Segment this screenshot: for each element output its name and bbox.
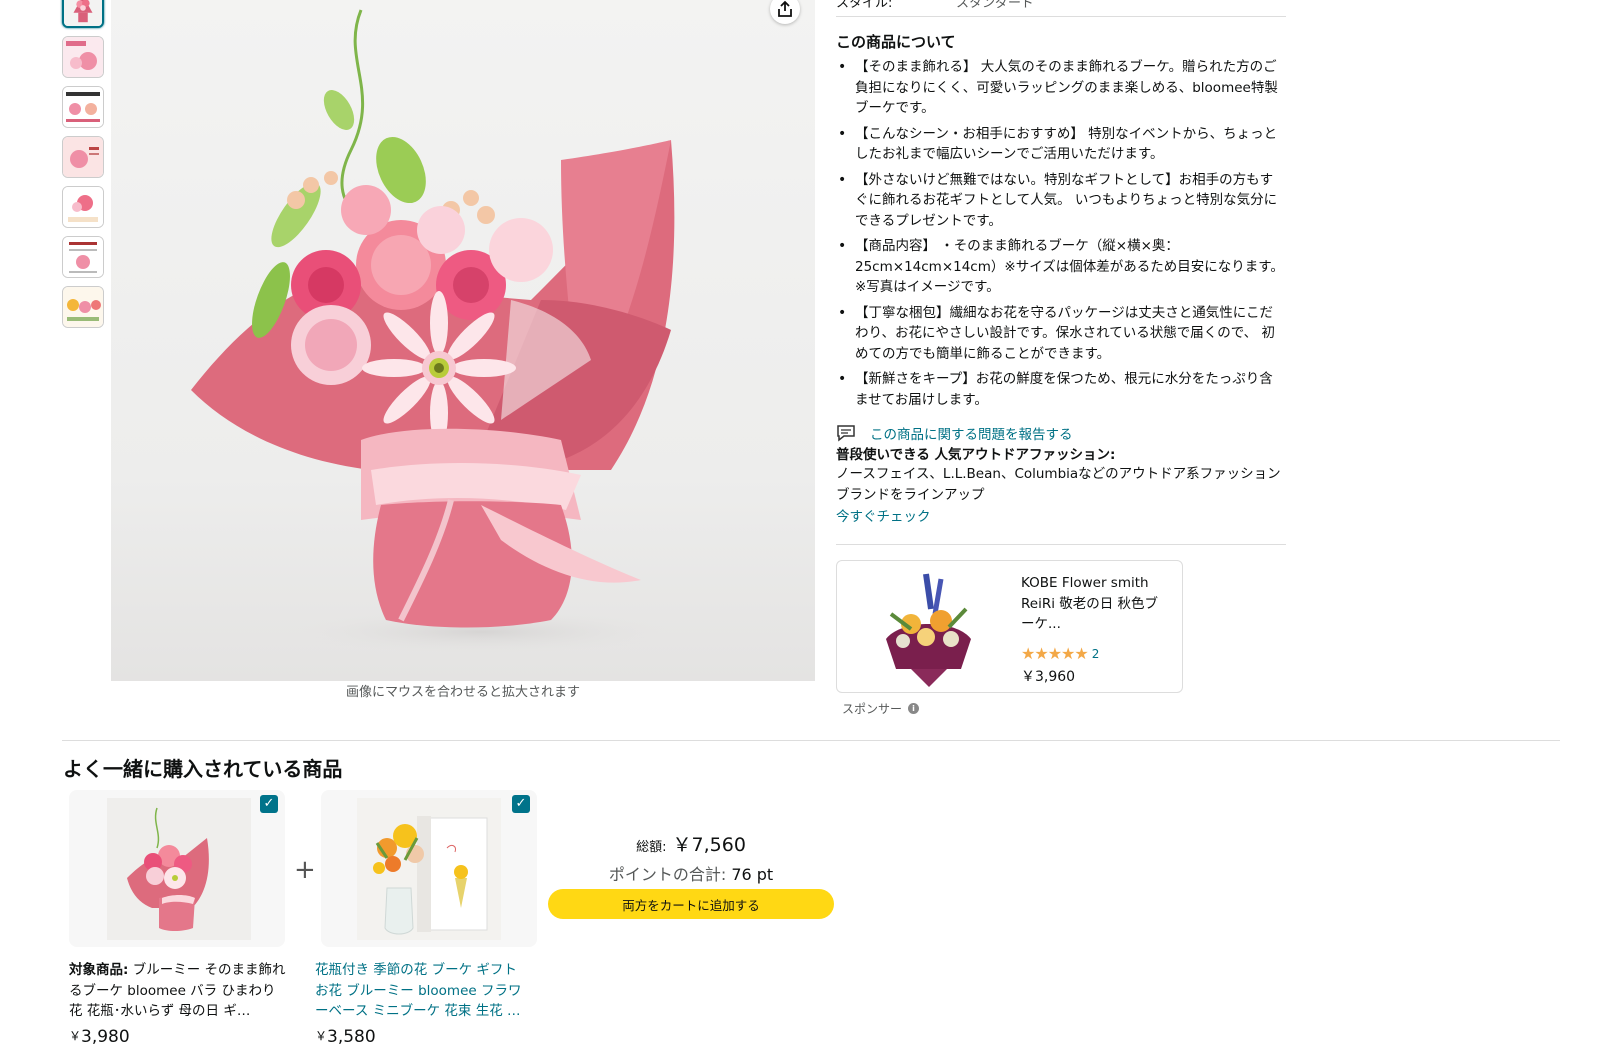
fbt-item-price-2: ￥3,580 bbox=[315, 1027, 376, 1047]
sponsored-label: スポンサー i bbox=[842, 700, 920, 717]
star-rating-icon: ★★★★★ bbox=[1021, 644, 1089, 663]
fbt-item-card-1[interactable]: ✓ bbox=[69, 790, 285, 947]
sponsored-price: ￥3,960 bbox=[1021, 669, 1076, 685]
fbt-checkbox-2[interactable]: ✓ bbox=[512, 795, 530, 813]
fbt-checkbox-1[interactable]: ✓ bbox=[260, 795, 278, 813]
feedback-icon bbox=[837, 425, 855, 442]
fbt-total: 総額: ￥7,560 bbox=[548, 830, 834, 857]
about-bullets: 【そのまま飾れる】 大人気のそのまま飾れるブーケ。贈られた方のご負担になりにくく… bbox=[836, 57, 1286, 415]
style-label: スタイル: bbox=[836, 0, 893, 11]
thumbnail-6[interactable] bbox=[62, 236, 104, 278]
share-icon bbox=[778, 0, 792, 17]
about-bullet: 【こんなシーン・お相手におすすめ】 特別なイベントから、ちょっとしたお礼まで幅広… bbox=[836, 124, 1286, 165]
currency-symbol: ￥ bbox=[315, 1029, 328, 1043]
fbt-item-desc-1[interactable]: 対象商品: ブルーミー そのまま飾れるブーケ bloomee バラ ひまわり 花… bbox=[69, 960, 287, 1022]
sponsored-product-card[interactable]: KOBE Flower smith ReiRi 敬老の日 秋色ブーケ... ★★… bbox=[836, 560, 1183, 693]
total-label: 総額: bbox=[636, 840, 667, 855]
about-bullet: 【新鮮さをキープ】お花の鮮度を保つため、根元に水分をたっぷり含ませてお届けします… bbox=[836, 369, 1286, 410]
about-bullet: 【商品内容】 ・そのまま飾れるブーケ（縦×横×奥：25cm×14cm×14cm）… bbox=[836, 236, 1286, 298]
fbt-item-desc-2[interactable]: 花瓶付き 季節の花 ブーケ ギフト お花 ブルーミー bloomee フラワーベ… bbox=[315, 960, 533, 1022]
thumbnail-list bbox=[62, 0, 106, 336]
thumbnail-7[interactable] bbox=[62, 286, 104, 328]
report-issue-link[interactable]: この商品に関する問題を報告する bbox=[836, 423, 1073, 443]
main-product-image[interactable] bbox=[111, 0, 815, 681]
thumbnail-2[interactable] bbox=[62, 36, 104, 78]
thumbnail-3[interactable] bbox=[62, 86, 104, 128]
points-label: ポイントの合計: bbox=[608, 865, 727, 884]
promo-body: ノースフェイス、L.L.Bean、Columbiaなどのアウトドア系ファッション… bbox=[836, 466, 1281, 503]
fbt-title: よく一緒に購入されている商品 bbox=[63, 757, 343, 781]
style-value: スタンダード bbox=[956, 0, 1035, 11]
fbt-item-price-1: ￥3,980 bbox=[69, 1027, 130, 1047]
sponsored-product-image[interactable] bbox=[871, 569, 987, 687]
price-value: 3,980 bbox=[81, 1027, 130, 1047]
sponsored-label-text: スポンサー bbox=[842, 702, 903, 716]
thumbnail-4[interactable] bbox=[62, 136, 104, 178]
add-both-to-cart-button[interactable]: 両方をカートに追加する bbox=[548, 889, 834, 919]
sponsored-rating[interactable]: ★★★★★ 2 bbox=[1021, 644, 1099, 663]
thumbnail-1[interactable] bbox=[62, 0, 104, 28]
target-item-label: 対象商品: bbox=[69, 962, 129, 978]
price-value: 3,580 bbox=[327, 1027, 376, 1047]
section-divider bbox=[62, 740, 1560, 741]
rating-count[interactable]: 2 bbox=[1092, 647, 1100, 661]
points-value: 76 pt bbox=[731, 865, 774, 884]
about-bullet: 【そのまま飾れる】 大人気のそのまま飾れるブーケ。贈られた方のご負担になりにくく… bbox=[836, 57, 1286, 119]
report-issue-text[interactable]: この商品に関する問題を報告する bbox=[870, 423, 1073, 443]
divider bbox=[836, 544, 1286, 545]
about-bullet: 【外さないけど無難ではない。特別なギフトとして】お相手の方もすぐに飾れるお花ギフ… bbox=[836, 170, 1286, 232]
promo-title: 普段使いできる 人気アウトドアファッション: bbox=[836, 447, 1116, 463]
about-title: この商品について bbox=[836, 33, 956, 51]
zoom-hint: 画像にマウスを合わせると拡大されます bbox=[345, 685, 580, 700]
info-icon[interactable]: i bbox=[908, 703, 920, 714]
thumbnail-5[interactable] bbox=[62, 186, 104, 228]
about-bullet: 【丁寧な梱包】繊細なお花を守るパッケージは丈夫さと通気性にこだわり、お花にやさし… bbox=[836, 303, 1286, 365]
total-value: ￥7,560 bbox=[672, 834, 746, 856]
currency-symbol: ￥ bbox=[69, 1029, 82, 1043]
fbt-points: ポイントの合計: 76 pt bbox=[548, 861, 834, 885]
sponsored-product-title[interactable]: KOBE Flower smith ReiRi 敬老の日 秋色ブーケ... bbox=[1021, 573, 1171, 635]
fbt-item-image-2[interactable] bbox=[357, 798, 501, 940]
plus-icon: + bbox=[294, 855, 316, 885]
promo-check-link[interactable]: 今すぐチェック bbox=[836, 505, 931, 525]
style-row: スタイル: スタンダード bbox=[836, 0, 1286, 11]
fbt-item-card-2[interactable]: ✓ bbox=[321, 790, 537, 947]
divider bbox=[836, 16, 1286, 17]
fbt-item-image-1[interactable] bbox=[107, 798, 251, 940]
fbt-item-name-2[interactable]: 花瓶付き 季節の花 ブーケ ギフト お花 ブルーミー bloomee フラワーベ… bbox=[315, 962, 521, 1019]
